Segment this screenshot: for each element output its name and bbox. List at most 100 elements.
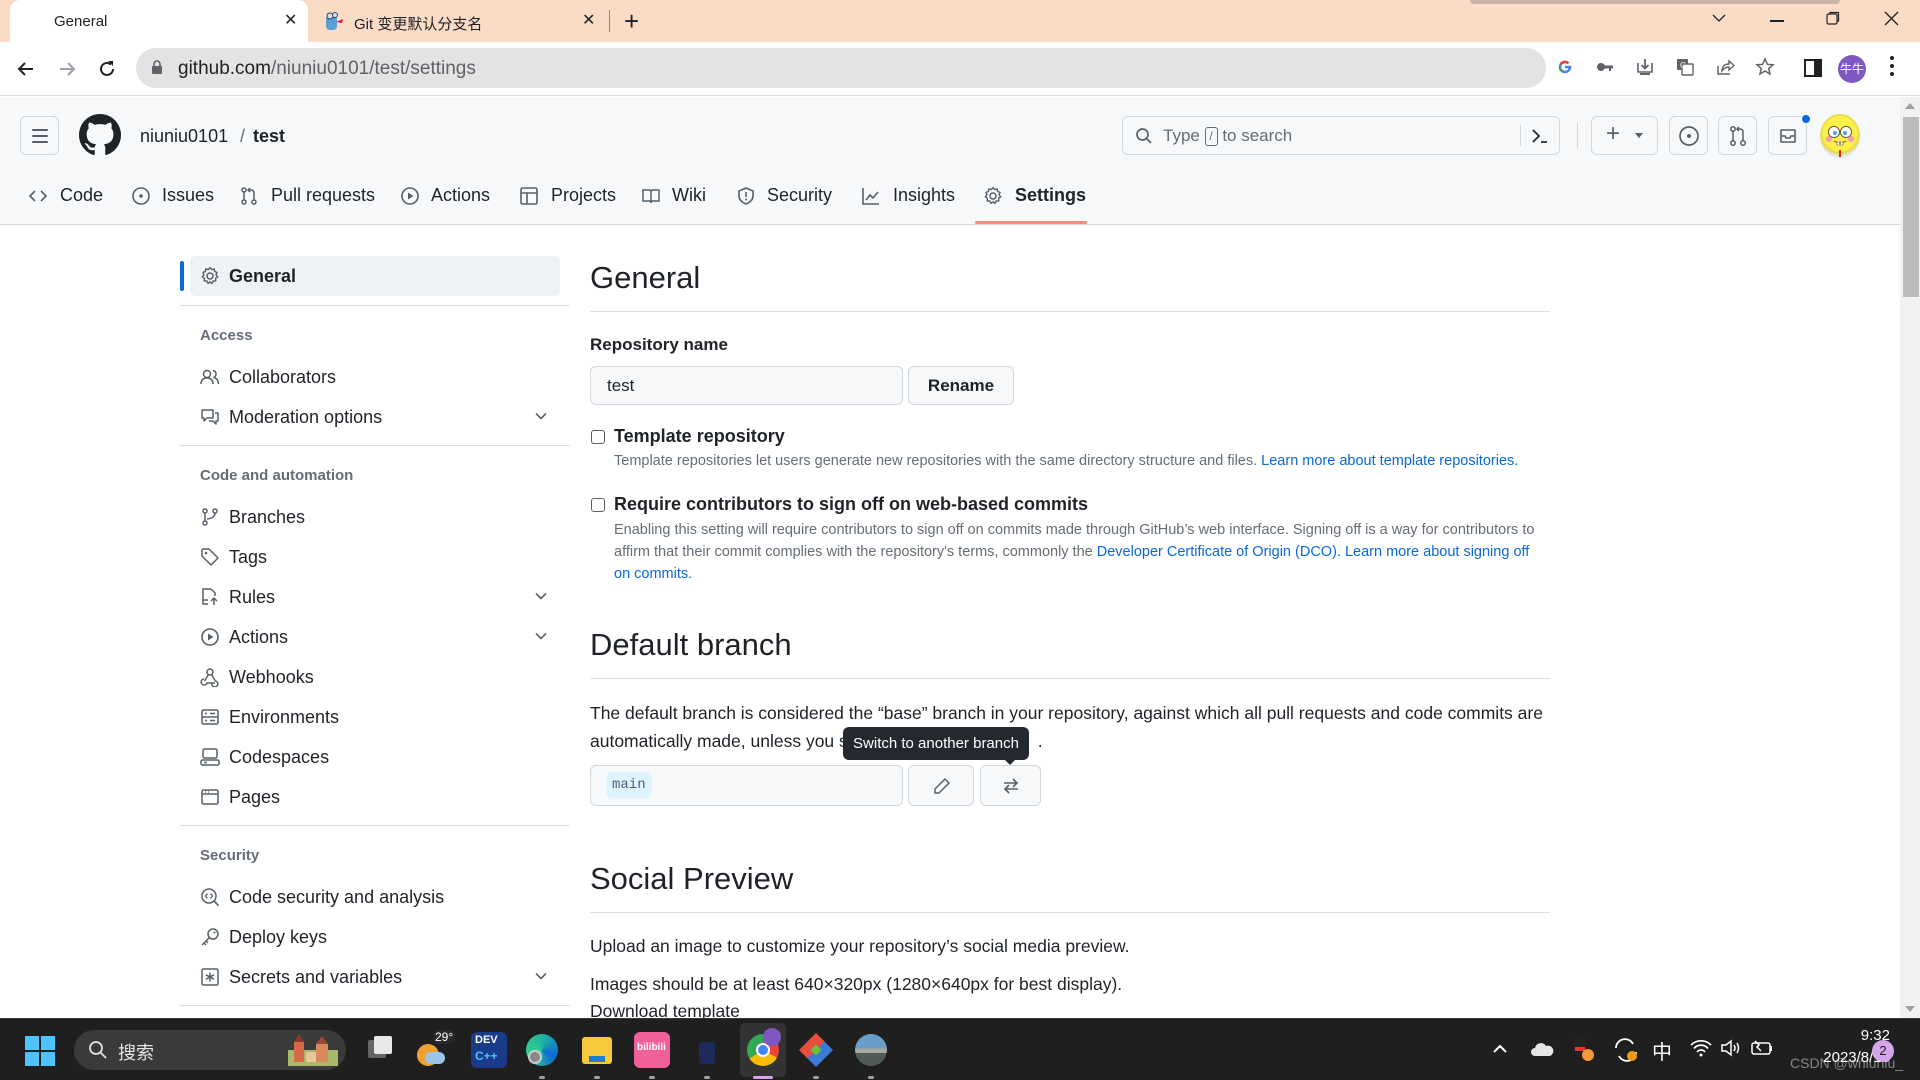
nav-tab-issues[interactable]: Issues [131, 183, 219, 223]
nav-tab-settings[interactable]: Settings [983, 183, 1088, 223]
sidebar-item-secrets-and-variables[interactable]: Secrets and variables [190, 959, 560, 995]
chrome-menu-icon[interactable] [1890, 56, 1894, 76]
switch-branch-button[interactable] [980, 765, 1041, 806]
sidebar-item-environments[interactable]: Environments [190, 699, 560, 735]
github-logo-icon[interactable] [79, 114, 121, 156]
rename-button[interactable]: Rename [908, 366, 1014, 405]
back-icon[interactable] [16, 59, 36, 79]
scroll-down-arrow-icon[interactable] [1905, 1006, 1915, 1012]
wifi-icon[interactable] [1690, 1039, 1712, 1057]
side-panel-icon[interactable] [1804, 59, 1822, 77]
scroll-up-arrow-icon[interactable] [1905, 103, 1915, 109]
chevron-down-icon[interactable] [534, 629, 548, 643]
nav-tab-label: Insights [893, 185, 956, 205]
restore-icon[interactable] [1826, 11, 1840, 25]
dco-link[interactable]: Developer Certificate of Origin (DCO). [1097, 544, 1341, 560]
sidebar-item-branches[interactable]: Branches [190, 499, 560, 535]
sidebar-item-moderation-options[interactable]: Moderation options [190, 399, 560, 435]
nav-tab-wiki[interactable]: Wiki [641, 183, 711, 223]
browser-tab-git[interactable]: Git 变更默认分支名 ✕ [312, 0, 608, 42]
sidebar-item-general[interactable]: General [190, 256, 560, 296]
bookmark-star-icon[interactable] [1754, 57, 1776, 79]
nav-tab-actions[interactable]: Actions [400, 183, 500, 223]
page-scrollbar[interactable] [1900, 97, 1920, 1018]
notification-center-badge[interactable]: 2 [1872, 1040, 1894, 1062]
photo-app-icon[interactable] [853, 1032, 889, 1068]
bilibili-app-icon[interactable]: bilibili [634, 1032, 670, 1068]
breadcrumb-repo[interactable]: test [253, 126, 285, 147]
cat-app-icon[interactable] [689, 1032, 725, 1068]
learn-more-template-link[interactable]: Learn more about template repositories. [1261, 453, 1518, 469]
sidebar-item-webhooks[interactable]: Webhooks [190, 659, 560, 695]
template-repository-checkbox[interactable] [591, 430, 605, 444]
new-tab-button[interactable]: + [624, 6, 639, 37]
volume-icon[interactable] [1720, 1039, 1742, 1057]
default-branch-description-line2: automatically made, unless you s [590, 731, 848, 751]
git-app-icon[interactable] [798, 1032, 834, 1068]
weather-widget[interactable]: 29° [415, 1030, 456, 1068]
browser-tab-general[interactable]: General ✕ [10, 0, 308, 42]
taskbar-search[interactable]: 搜索 [74, 1030, 346, 1070]
battery-icon[interactable] [1750, 1039, 1774, 1057]
address-bar[interactable]: github.com/niuniu0101/test/settings G [136, 48, 1775, 88]
nav-tab-pull-requests[interactable]: Pull requests [239, 183, 379, 223]
chevron-down-icon[interactable] [534, 409, 548, 423]
command-palette-icon[interactable] [1530, 127, 1550, 145]
pull-requests-button[interactable] [1718, 116, 1757, 155]
file-explorer-icon[interactable] [579, 1032, 615, 1068]
sidebar-item-codespaces[interactable]: Codespaces [190, 739, 560, 775]
edge-app-icon[interactable] [524, 1032, 560, 1068]
breadcrumb-owner[interactable]: niuniu0101 [140, 126, 228, 147]
chrome-app-icon[interactable] [745, 1028, 781, 1068]
windows-start-icon[interactable] [25, 1036, 55, 1066]
lock-icon[interactable] [152, 60, 162, 74]
show-hidden-icons-chevron-icon[interactable] [1492, 1044, 1508, 1054]
rename-branch-button[interactable] [908, 765, 974, 806]
sidebar-item-tags[interactable]: Tags [190, 539, 560, 575]
template-repository-label[interactable]: Template repository [614, 426, 785, 447]
task-view-icon[interactable] [362, 1032, 398, 1068]
sidebar-item-collaborators[interactable]: Collaborators [190, 359, 560, 395]
chevron-down-icon[interactable] [534, 969, 548, 983]
translate-icon[interactable]: G [1674, 57, 1696, 79]
google-lens-icon[interactable] [1554, 57, 1576, 79]
qq-tray-icon[interactable] [1572, 1037, 1594, 1061]
profile-avatar[interactable]: 牛牛 [1838, 55, 1866, 83]
repo-name-input[interactable]: test [590, 366, 903, 405]
user-avatar[interactable] [1820, 114, 1860, 158]
close-tab-icon[interactable]: ✕ [284, 10, 297, 30]
sidebar-item-pages[interactable]: Pages [190, 779, 560, 815]
sidebar-item-deploy-keys[interactable]: Deploy keys [190, 919, 560, 955]
active-app-indicator [753, 1076, 773, 1079]
install-app-icon[interactable] [1634, 57, 1656, 79]
reload-icon[interactable] [97, 59, 117, 79]
input-method-indicator[interactable]: 中 [1652, 1036, 1672, 1065]
devcpp-app-icon[interactable]: DEV C++ [471, 1032, 507, 1068]
nav-tab-insights[interactable]: Insights [861, 183, 961, 223]
search-input[interactable]: Type / to search [1122, 116, 1560, 155]
signoff-label[interactable]: Require contributors to sign off on web-… [614, 494, 1088, 515]
nav-tab-projects[interactable]: Projects [519, 183, 619, 223]
onedrive-icon[interactable] [1530, 1041, 1554, 1057]
scrollbar-thumb[interactable] [1903, 117, 1919, 297]
nav-tab-code[interactable]: Code [28, 183, 108, 223]
close-window-icon[interactable] [1884, 11, 1899, 26]
tab-search-chevron-icon[interactable] [1712, 13, 1726, 23]
create-new-button[interactable]: + [1591, 116, 1658, 155]
password-key-icon[interactable] [1594, 57, 1616, 79]
gear-icon [201, 266, 219, 285]
chevron-down-icon[interactable] [534, 589, 548, 603]
signoff-checkbox[interactable] [591, 498, 605, 512]
menu-button[interactable] [20, 116, 59, 155]
url-text[interactable]: github.com/niuniu0101/test/settings [178, 58, 476, 80]
nav-tab-security[interactable]: Security [736, 183, 836, 223]
forward-icon[interactable] [57, 59, 77, 79]
share-icon[interactable] [1714, 57, 1736, 79]
issues-button[interactable] [1669, 116, 1708, 155]
minimize-icon[interactable] [1770, 20, 1784, 22]
close-tab-icon[interactable]: ✕ [582, 10, 595, 30]
sidebar-item-rules[interactable]: Rules [190, 579, 560, 615]
sidebar-item-actions[interactable]: Actions [190, 619, 560, 655]
sync-tray-icon[interactable] [1612, 1036, 1640, 1064]
sidebar-item-code-security[interactable]: Code security and analysis [190, 879, 560, 915]
